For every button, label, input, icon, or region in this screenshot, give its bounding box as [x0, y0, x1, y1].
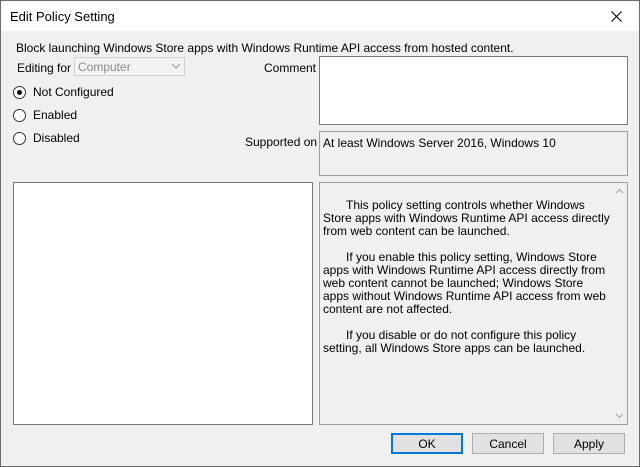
- editing-for-label: Editing for: [17, 61, 72, 75]
- options-pane: [13, 182, 313, 425]
- edit-policy-dialog: Edit Policy Setting Block launching Wind…: [0, 0, 640, 467]
- window-title: Edit Policy Setting: [10, 9, 115, 24]
- comment-textarea[interactable]: [319, 56, 628, 125]
- close-icon: [610, 10, 622, 22]
- help-paragraph: If you disable or do not configure this …: [323, 328, 586, 355]
- scroll-down-button[interactable]: [611, 408, 627, 424]
- chevron-up-icon: [615, 188, 623, 194]
- close-button[interactable]: [593, 1, 639, 31]
- radio-enabled-indicator[interactable]: [13, 108, 26, 122]
- cancel-button[interactable]: Cancel: [472, 433, 544, 454]
- help-paragraph: If you enable this policy setting, Windo…: [323, 250, 606, 316]
- radio-enabled[interactable]: Enabled: [13, 108, 77, 122]
- comment-label: Comment: [264, 61, 317, 75]
- radio-disabled-label: Disabled: [33, 131, 80, 145]
- radio-not-configured-label: Not Configured: [33, 85, 114, 99]
- supported-on-box: At least Windows Server 2016, Windows 10: [319, 131, 628, 176]
- apply-button[interactable]: Apply: [553, 433, 625, 454]
- editing-for-value: Computer: [78, 60, 131, 74]
- policy-name: Block launching Windows Store apps with …: [16, 41, 514, 55]
- radio-disabled[interactable]: Disabled: [13, 131, 80, 145]
- help-scrollbar[interactable]: [611, 183, 627, 424]
- help-text: This policy setting controls whether Win…: [323, 199, 611, 368]
- editing-for-select[interactable]: Computer: [74, 57, 185, 76]
- supported-on-label: Supported on: [245, 135, 318, 149]
- dialog-body: Block launching Windows Store apps with …: [1, 32, 639, 466]
- chevron-down-icon: [615, 413, 623, 419]
- radio-not-configured[interactable]: Not Configured: [13, 85, 114, 99]
- supported-on-value: At least Windows Server 2016, Windows 10: [323, 136, 556, 150]
- radio-disabled-indicator[interactable]: [13, 131, 26, 145]
- radio-enabled-label: Enabled: [33, 108, 78, 122]
- radio-not-configured-indicator[interactable]: [13, 85, 26, 99]
- scroll-up-button[interactable]: [611, 183, 627, 199]
- help-paragraph: This policy setting controls whether Win…: [323, 198, 610, 238]
- help-pane: This policy setting controls whether Win…: [319, 182, 628, 425]
- title-bar[interactable]: Edit Policy Setting: [1, 1, 639, 31]
- chevron-down-icon: [171, 63, 181, 69]
- ok-button[interactable]: OK: [391, 433, 463, 454]
